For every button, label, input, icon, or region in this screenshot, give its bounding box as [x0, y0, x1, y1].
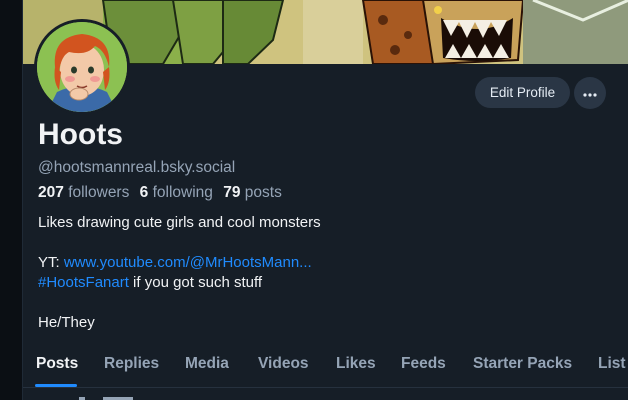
following-stat[interactable]: 6 following — [140, 184, 213, 201]
profile-panel: Edit Profile Hoots @hootsmannreal.bsky.s… — [22, 0, 628, 400]
tab-media[interactable]: Media — [185, 355, 229, 373]
more-options-button[interactable] — [574, 77, 606, 109]
profile-tabs: Posts Replies Media Videos Likes Feeds S… — [23, 345, 628, 388]
following-count: 6 — [139, 184, 149, 201]
followers-count: 207 — [38, 184, 64, 201]
followers-label: followers — [68, 184, 130, 201]
tab-videos[interactable]: Videos — [258, 355, 309, 373]
bio-line-1: Likes drawing cute girls and cool monste… — [38, 214, 321, 231]
profile-stats: 207 followers 6 following 79 posts — [38, 184, 282, 202]
posts-stat: 79 posts — [223, 184, 282, 201]
tab-feeds[interactable]: Feeds — [401, 355, 446, 373]
bio-pronouns: He/They — [38, 314, 95, 331]
next-post-peek — [79, 397, 133, 400]
tab-likes[interactable]: Likes — [336, 355, 376, 373]
hashtag-suffix: if you got such stuff — [128, 274, 263, 291]
left-gutter — [0, 0, 22, 400]
following-label: following — [152, 184, 213, 201]
active-tab-indicator — [35, 384, 77, 387]
profile-handle: @hootsmannreal.bsky.social — [38, 159, 236, 176]
edit-profile-button[interactable]: Edit Profile — [475, 77, 570, 108]
display-name: Hoots — [38, 118, 123, 151]
followers-stat[interactable]: 207 followers — [38, 184, 129, 201]
avatar[interactable] — [34, 19, 130, 115]
tab-posts[interactable]: Posts — [36, 355, 78, 373]
ellipsis-icon — [583, 84, 597, 102]
tab-starter-packs[interactable]: Starter Packs — [473, 355, 572, 373]
tab-lists[interactable]: List — [598, 355, 626, 373]
bio-youtube-line: YT: www.youtube.com/@MrHootsMann... — [38, 254, 312, 271]
posts-count: 79 — [223, 184, 241, 201]
avatar-image — [37, 22, 127, 112]
hashtag-link[interactable]: #HootsFanart — [38, 274, 129, 291]
tab-replies[interactable]: Replies — [104, 355, 159, 373]
bio-hashtag-line: #HootsFanart if you got such stuff — [38, 274, 262, 291]
yt-prefix: YT: — [38, 254, 64, 271]
youtube-link[interactable]: www.youtube.com/@MrHootsMann... — [64, 254, 312, 271]
posts-label: posts — [244, 184, 282, 201]
